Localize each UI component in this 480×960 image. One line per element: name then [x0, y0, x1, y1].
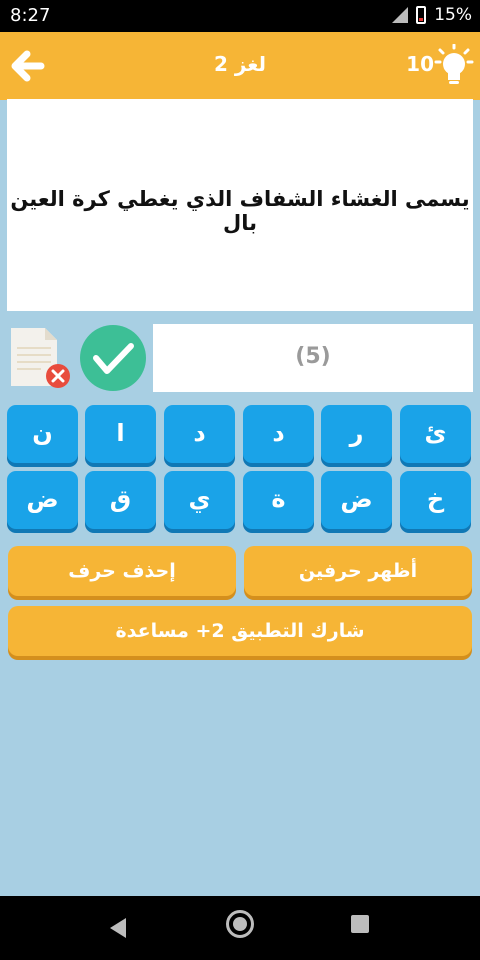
- top-bar: لغز 2 10: [0, 32, 480, 100]
- letter-key[interactable]: د: [164, 405, 235, 463]
- signal-icon: [392, 7, 409, 23]
- letter-key[interactable]: ا: [85, 405, 156, 463]
- battery-percent: 15%: [434, 5, 472, 25]
- lightbulb-icon[interactable]: [434, 43, 474, 88]
- battery-icon: [416, 6, 427, 24]
- check-answer-icon[interactable]: [79, 324, 147, 392]
- letter-key[interactable]: ن: [7, 405, 78, 463]
- letter-key[interactable]: ي: [164, 471, 235, 529]
- answer-length: (5): [295, 344, 331, 369]
- status-bar: 8:27 15%: [0, 0, 480, 32]
- letter-key[interactable]: ر: [321, 405, 392, 463]
- remove-document-icon[interactable]: [7, 324, 73, 390]
- back-arrow-icon[interactable]: [8, 46, 48, 86]
- status-time: 8:27: [10, 5, 51, 26]
- status-icons: 15%: [392, 5, 472, 25]
- level-title: لغز 2: [213, 52, 267, 76]
- remove-letter-button[interactable]: إحذف حرف: [8, 546, 236, 596]
- reveal-two-letters-button[interactable]: أظهر حرفين: [244, 546, 472, 596]
- hints-count: 10: [406, 52, 434, 76]
- nav-home-icon[interactable]: [226, 910, 254, 938]
- letter-key[interactable]: خ: [400, 471, 471, 529]
- question-card: يسمى الغشاء الشفاف الذي يغطي كرة العين ب…: [7, 99, 473, 311]
- system-nav-bar: [0, 896, 480, 960]
- question-text: يسمى الغشاء الشفاف الذي يغطي كرة العين ب…: [10, 187, 470, 235]
- nav-recents-icon[interactable]: [351, 915, 369, 933]
- letter-key[interactable]: ة: [243, 471, 314, 529]
- share-app-button[interactable]: شارك التطبيق 2+ مساعدة: [8, 606, 472, 656]
- letter-key[interactable]: ق: [85, 471, 156, 529]
- answer-row: (5): [7, 324, 473, 392]
- letter-key[interactable]: ض: [7, 471, 78, 529]
- letter-key[interactable]: ض: [321, 471, 392, 529]
- answer-field[interactable]: (5): [153, 324, 473, 392]
- letter-key[interactable]: د: [243, 405, 314, 463]
- nav-back-icon[interactable]: [110, 918, 126, 938]
- letter-key[interactable]: ئ: [400, 405, 471, 463]
